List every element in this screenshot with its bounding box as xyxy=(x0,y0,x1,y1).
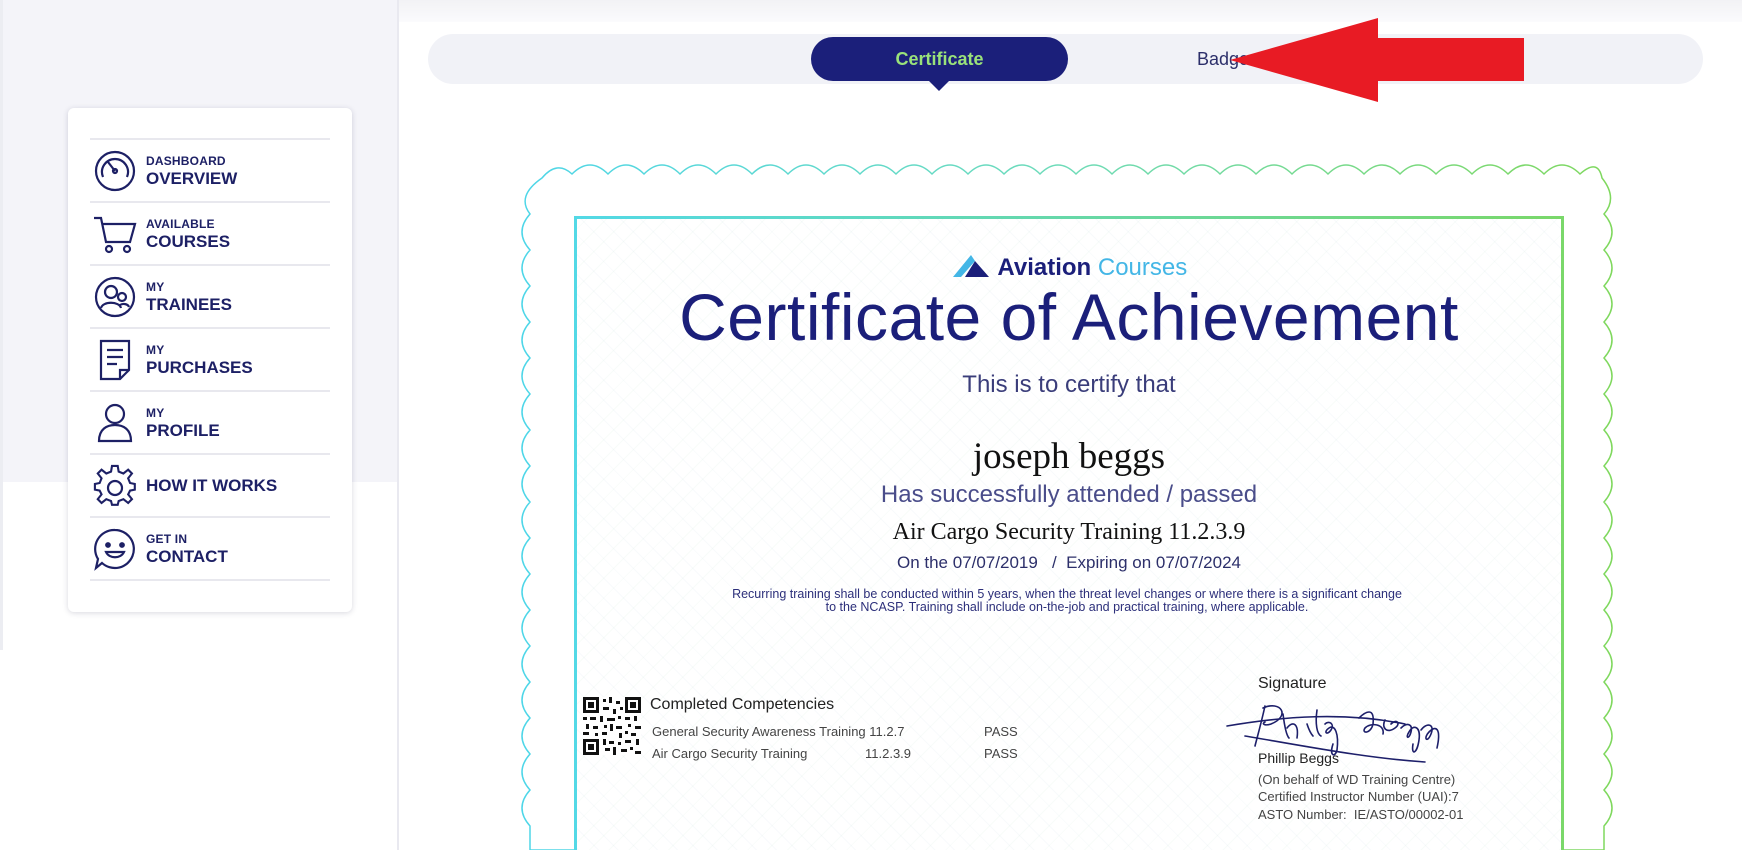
cart-icon xyxy=(90,209,140,259)
sidebar-item-sublabel: MY xyxy=(146,342,165,357)
active-tab-pointer xyxy=(928,80,950,91)
sidebar-item-purchases[interactable]: MY PURCHASES xyxy=(90,329,330,392)
sidebar-nav: DASHBOARD OVERVIEW AVAILABLE COURSES MY TRA… xyxy=(90,138,330,581)
sidebar-item-how-it-works[interactable]: HOW IT WORKS xyxy=(90,455,330,518)
red-arrow-annotation xyxy=(1230,18,1524,102)
certificate-preview: Aviation Courses Certificate of Achievem… xyxy=(512,148,1622,850)
signer-name: Phillip Beggs xyxy=(1258,750,1339,766)
sidebar-item-label: PROFILE xyxy=(146,420,220,440)
sidebar-item-trainees[interactable]: MY TRAINEES xyxy=(90,266,330,329)
asto-number: ASTO Number: IE/ASTO/00002-01 xyxy=(1258,807,1464,822)
note-line-2: to the NCASP. Training shall include on-… xyxy=(825,600,1309,614)
gear-icon xyxy=(90,461,140,511)
left-edge xyxy=(0,0,3,650)
certificate-dates: On the 07/07/2019 / Expiring on 07/07/20… xyxy=(896,553,1242,572)
document-icon xyxy=(90,335,140,385)
certify-text: This is to certify that xyxy=(962,371,1176,398)
sidebar-item-label: HOW IT WORKS xyxy=(146,476,278,495)
sidebar-item-sublabel: AVAILABLE xyxy=(146,216,215,231)
logo-mark-icon xyxy=(952,255,989,277)
sidebar-item-sublabel: GET IN xyxy=(146,531,188,546)
attended-text: Has successfully attended / passed xyxy=(880,481,1258,508)
user-icon xyxy=(90,398,140,448)
competency-result: PASS xyxy=(984,746,1018,761)
sidebar-item-courses[interactable]: AVAILABLE COURSES xyxy=(90,203,330,266)
sidebar-item-label: OVERVIEW xyxy=(146,168,238,188)
sidebar-menu: DASHBOARD OVERVIEW AVAILABLE COURSES MY TRA… xyxy=(68,108,352,612)
aviation-courses-logo: Aviation Courses xyxy=(577,253,1561,282)
sidebar-item-contact[interactable]: GET IN CONTACT xyxy=(90,518,330,581)
certificate-title: Certificate of Achievement xyxy=(679,280,1459,354)
competency-name: General Security Awareness Training 11.2… xyxy=(652,724,905,739)
sidebar-item-profile[interactable]: MY PROFILE xyxy=(90,392,330,455)
speedometer-icon xyxy=(90,146,140,196)
recipient-name: joseph beggs xyxy=(972,436,1166,477)
sidebar-item-label: PURCHASES xyxy=(146,357,253,377)
logo-text-main: Aviation xyxy=(997,254,1092,281)
course-name: Air Cargo Security Training 11.2.3.9 xyxy=(892,519,1246,545)
sidebar-item-label: TRAINEES xyxy=(146,294,232,314)
sidebar-item-overview[interactable]: DASHBOARD OVERVIEW xyxy=(90,140,330,203)
competencies-title: Completed Competencies xyxy=(650,696,835,713)
competency-code: 11.2.3.9 xyxy=(865,746,912,761)
competency-result: PASS xyxy=(984,724,1018,739)
smiley-chat-icon xyxy=(90,524,140,574)
sidebar-item-label: COURSES xyxy=(146,231,231,251)
content-divider xyxy=(397,0,399,850)
sidebar-item-sublabel: MY xyxy=(146,405,165,420)
top-bar xyxy=(399,0,1742,22)
tab-certificate[interactable]: Certificate xyxy=(811,37,1068,91)
instructor-number: Certified Instructor Number (UAI):7 xyxy=(1258,789,1459,804)
competency-name: Air Cargo Security Training xyxy=(652,746,808,761)
signature-label: Signature xyxy=(1258,675,1327,692)
recurring-training-note: Recurring training shall be conducted wi… xyxy=(707,588,1427,614)
certificate-body: Aviation Courses Certificate of Achievem… xyxy=(574,216,1564,850)
sidebar-item-label: CONTACT xyxy=(146,546,228,566)
sidebar-item-sublabel: MY xyxy=(146,279,165,294)
qr-code[interactable] xyxy=(583,697,641,755)
logo-text-accent: Courses xyxy=(1097,254,1188,281)
signer-organization: (On behalf of WD Training Centre) xyxy=(1258,772,1456,787)
tab-certificate-label: Certificate xyxy=(895,48,984,69)
sidebar-item-sublabel: DASHBOARD xyxy=(146,153,226,168)
users-icon xyxy=(90,272,140,322)
